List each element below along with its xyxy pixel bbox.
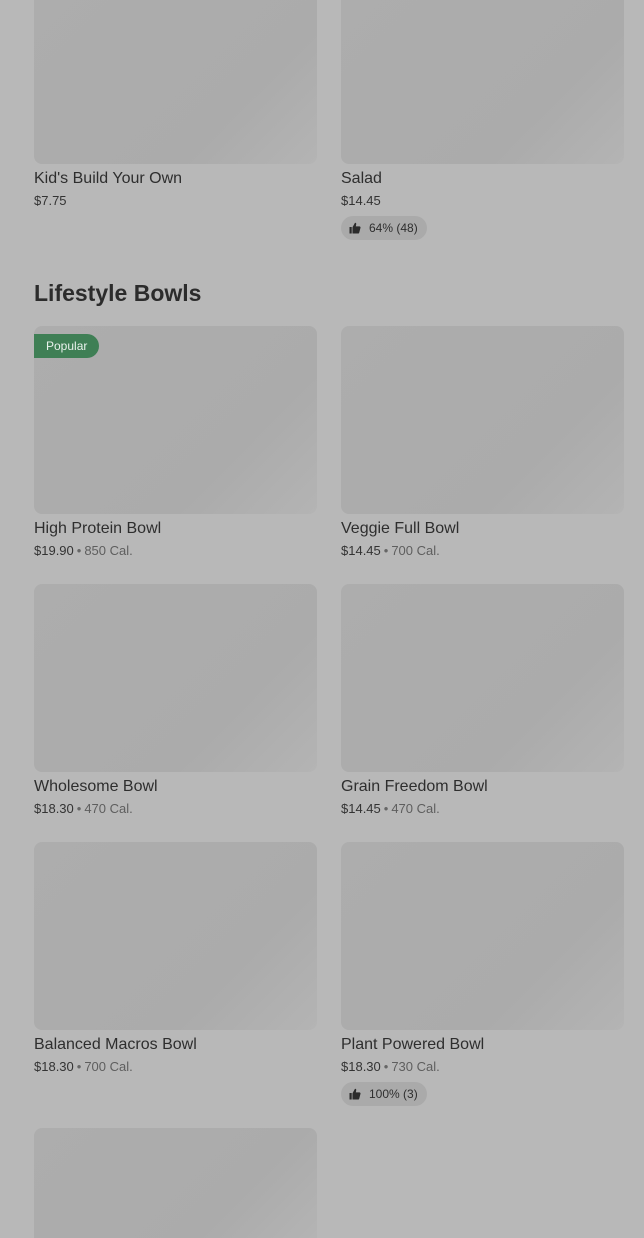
item-meta: $7.75 — [34, 192, 317, 210]
item-price: $19.90 — [34, 543, 74, 558]
menu-item-card[interactable]: Popular High Protein Bowl $19.90 • 850 Cal… — [34, 326, 317, 584]
item-name: Grain Freedom Bowl — [341, 778, 488, 795]
item-price: $14.45 — [341, 193, 381, 208]
menu-item-card[interactable]: Plant Powered Bowl $18.30 • 730 Cal. 100% … — [341, 842, 624, 1128]
menu-item-card[interactable]: Salad $14.45 64% (48) — [341, 0, 624, 240]
item-image: Popular — [34, 326, 317, 514]
item-rating: 64% (48) — [341, 216, 427, 240]
item-image — [341, 0, 624, 164]
menu-item-card[interactable]: Grain Freedom Bowl $14.45 • 470 Cal. — [341, 584, 624, 842]
item-meta: $14.45 • 470 Cal. — [341, 800, 624, 818]
item-name: High Protein Bowl — [34, 520, 162, 537]
item-image — [34, 584, 317, 772]
item-name: Kid's Build Your Own — [34, 170, 183, 187]
item-name: Salad — [341, 170, 382, 187]
separator-dot: • — [383, 1059, 389, 1074]
item-price: $14.45 — [341, 543, 381, 558]
item-rating: 100% (3) — [341, 1082, 427, 1106]
menu-item-card[interactable]: Veggie Full Bowl $14.45 • 700 Cal. — [341, 326, 624, 584]
item-meta: $18.30 • 700 Cal. — [34, 1058, 317, 1076]
item-calories: 850 Cal. — [84, 543, 133, 558]
item-calories: 470 Cal. — [391, 801, 440, 816]
item-meta: $18.30 • 470 Cal. — [34, 800, 317, 818]
item-image — [341, 326, 624, 514]
item-price: $14.45 — [341, 801, 381, 816]
thumbs-up-icon — [349, 1088, 361, 1100]
separator-dot: • — [383, 543, 389, 558]
item-name: Veggie Full Bowl — [341, 520, 460, 537]
menu-grid-top: Kid's Build Your Own $7.75 Salad $14.45 … — [34, 0, 624, 240]
item-image — [34, 0, 317, 164]
item-image — [34, 842, 317, 1030]
item-calories: 700 Cal. — [84, 1059, 133, 1074]
thumbs-up-icon — [349, 222, 361, 234]
item-meta: $18.30 • 730 Cal. — [341, 1058, 624, 1076]
rating-text: 100% (3) — [369, 1087, 418, 1101]
item-name: Balanced Macros Bowl — [34, 1036, 197, 1053]
item-name: Plant Powered Bowl — [341, 1036, 485, 1053]
item-calories: 700 Cal. — [391, 543, 440, 558]
popular-badge: Popular — [34, 334, 100, 358]
item-meta: $14.45 — [341, 192, 624, 210]
rating-text: 64% (48) — [369, 221, 418, 235]
menu-item-card[interactable]: Wholesome Bowl $18.30 • 470 Cal. — [34, 584, 317, 842]
item-name: Wholesome Bowl — [34, 778, 158, 795]
item-meta: $14.45 • 700 Cal. — [341, 542, 624, 560]
menu-item-card[interactable]: Balanced Macros Bowl $18.30 • 700 Cal. — [34, 842, 317, 1128]
item-calories: 470 Cal. — [84, 801, 133, 816]
menu-item-card[interactable]: Kid's Build Your Own $7.75 — [34, 0, 317, 240]
item-price: $18.30 — [341, 1059, 381, 1074]
section-title: Lifestyle Bowls — [34, 280, 202, 306]
item-price: $18.30 — [34, 801, 74, 816]
item-meta: $19.90 • 850 Cal. — [34, 542, 317, 560]
separator-dot: • — [383, 801, 389, 816]
item-price: $7.75 — [34, 193, 67, 208]
bowls-grid: Popular High Protein Bowl $19.90 • 850 Cal… — [34, 326, 624, 1238]
menu-item-card[interactable] — [34, 1128, 317, 1238]
separator-dot: • — [76, 801, 82, 816]
item-calories: 730 Cal. — [391, 1059, 440, 1074]
item-price: $18.30 — [34, 1059, 74, 1074]
item-image — [34, 1128, 317, 1238]
item-image — [341, 842, 624, 1030]
separator-dot: • — [76, 1059, 82, 1074]
item-image — [341, 584, 624, 772]
separator-dot: • — [76, 543, 82, 558]
